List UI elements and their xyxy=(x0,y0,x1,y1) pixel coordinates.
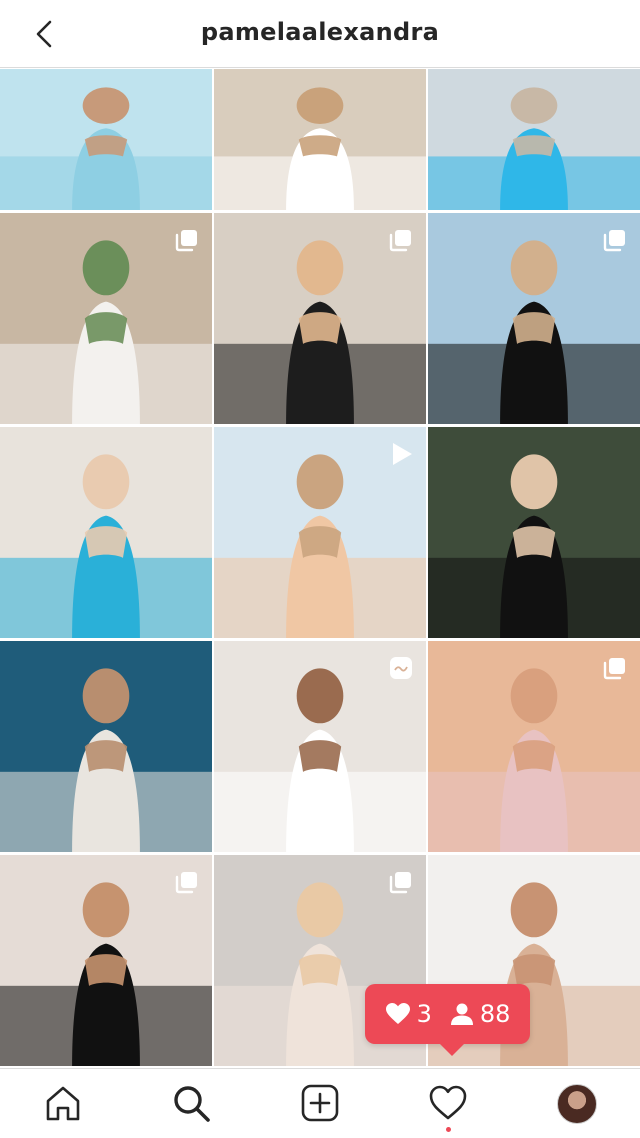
bottom-nav xyxy=(0,1068,640,1138)
notification-dot xyxy=(446,1127,451,1132)
carousel-icon xyxy=(603,658,625,680)
post-thumbnail[interactable] xyxy=(428,427,640,638)
top-header: pamelaalexandra xyxy=(0,0,640,68)
heart-icon xyxy=(385,1003,410,1024)
carousel-icon xyxy=(175,230,197,252)
post-thumbnail[interactable] xyxy=(214,69,426,210)
post-thumbnail[interactable] xyxy=(214,213,426,424)
post-image xyxy=(428,69,640,210)
carousel-icon xyxy=(175,872,197,894)
post-image xyxy=(0,641,212,852)
home-icon[interactable] xyxy=(43,1083,83,1123)
likes-count: 3 xyxy=(416,1000,432,1028)
post-thumbnail[interactable] xyxy=(0,69,212,210)
post-thumbnail[interactable] xyxy=(0,213,212,424)
post-thumbnail[interactable] xyxy=(428,641,640,852)
activity-heart-icon xyxy=(429,1085,467,1120)
carousel-icon xyxy=(603,230,625,252)
profile-avatar[interactable] xyxy=(557,1084,597,1124)
post-image xyxy=(0,69,212,210)
post-image xyxy=(214,69,426,210)
followers-count: 88 xyxy=(479,1000,511,1028)
post-thumbnail[interactable] xyxy=(0,641,212,852)
popup-pointer xyxy=(440,1044,464,1056)
post-grid xyxy=(0,69,640,1068)
carousel-icon xyxy=(389,230,411,252)
reel-icon xyxy=(390,657,412,679)
post-thumbnail[interactable] xyxy=(214,427,426,638)
post-thumbnail[interactable] xyxy=(0,855,212,1066)
video-icon xyxy=(393,443,412,465)
activity-tab[interactable] xyxy=(428,1083,468,1135)
activity-popup[interactable]: 3 88 xyxy=(365,984,530,1056)
carousel-icon xyxy=(389,872,411,894)
post-image xyxy=(428,427,640,638)
post-thumbnail[interactable] xyxy=(428,69,640,210)
post-thumbnail[interactable] xyxy=(428,213,640,424)
post-image xyxy=(0,427,212,638)
profile-username: pamelaalexandra xyxy=(200,18,440,46)
new-post-icon[interactable] xyxy=(300,1083,340,1123)
post-thumbnail[interactable] xyxy=(214,641,426,852)
person-icon xyxy=(450,1003,473,1025)
search-icon[interactable] xyxy=(171,1083,211,1123)
post-thumbnail[interactable] xyxy=(0,427,212,638)
